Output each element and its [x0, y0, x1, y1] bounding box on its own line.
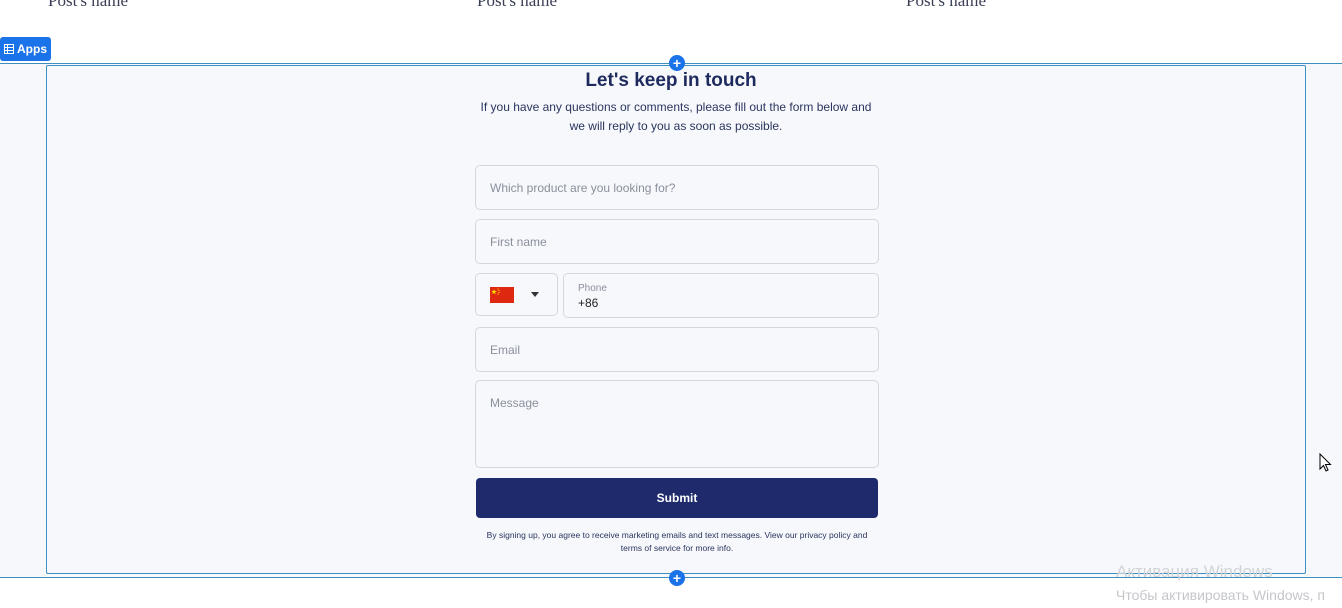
- section-subtitle: If you have any questions or comments, p…: [480, 100, 872, 133]
- chevron-down-icon: [531, 292, 539, 297]
- grid-list-icon: [4, 44, 14, 54]
- add-section-above-icon[interactable]: +: [669, 55, 685, 71]
- product-input[interactable]: Which product are you looking for?: [475, 165, 879, 210]
- phone-label: Phone: [578, 283, 607, 294]
- phone-input[interactable]: Phone +86: [563, 273, 879, 318]
- mouse-cursor-icon: [1319, 453, 1332, 472]
- china-flag-icon: [490, 286, 514, 303]
- country-code-select[interactable]: [475, 273, 558, 316]
- email-input[interactable]: Email: [475, 327, 879, 372]
- message-textarea[interactable]: Message: [475, 380, 879, 468]
- section-title: Let's keep in touch: [585, 70, 757, 91]
- add-section-below-icon[interactable]: +: [669, 570, 685, 586]
- phone-value: +86: [578, 296, 599, 310]
- post-name[interactable]: Post's name: [477, 0, 557, 11]
- apps-label: Apps: [17, 42, 47, 56]
- windows-activation-subtitle: Чтобы активировать Windows, п: [1116, 587, 1325, 603]
- windows-activation-title: Активация Windows: [1116, 562, 1273, 581]
- terms-text: By signing up, you agree to receive mark…: [486, 530, 868, 553]
- first-name-placeholder: First name: [490, 234, 547, 249]
- apps-button[interactable]: Apps: [0, 37, 51, 61]
- post-name[interactable]: Post's name: [48, 0, 128, 11]
- first-name-input[interactable]: First name: [475, 219, 879, 264]
- submit-button[interactable]: Submit: [476, 478, 878, 518]
- product-placeholder: Which product are you looking for?: [490, 180, 676, 195]
- email-placeholder: Email: [490, 342, 521, 357]
- message-placeholder: Message: [490, 396, 539, 410]
- page: Post's name Post's name Post's name Apps…: [0, 0, 1342, 608]
- post-name[interactable]: Post's name: [906, 0, 986, 11]
